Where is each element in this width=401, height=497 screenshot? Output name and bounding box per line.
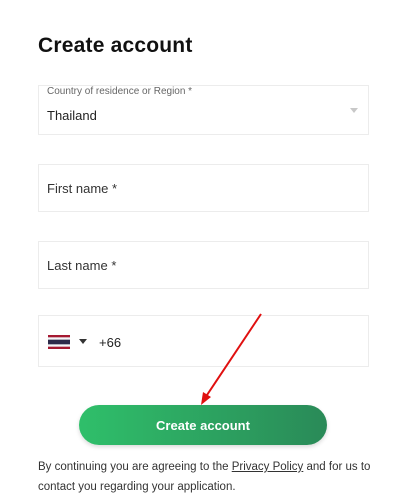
create-account-button[interactable]: Create account	[79, 405, 327, 445]
dial-code: +66	[99, 335, 122, 350]
first-name-placeholder: First name *	[47, 181, 118, 196]
last-name-placeholder: Last name *	[47, 258, 117, 273]
consent-text: By continuing you are agreeing to the Pr…	[38, 457, 378, 497]
country-select[interactable]: Country of residence or Region * Thailan…	[38, 85, 369, 135]
privacy-policy-link[interactable]: Privacy Policy	[232, 461, 304, 473]
country-code-dropdown-icon[interactable]	[79, 339, 87, 344]
country-value: Thailand	[47, 108, 97, 123]
page-title: Create account	[38, 34, 193, 57]
chevron-down-icon[interactable]	[350, 108, 358, 113]
first-name-field[interactable]: First name *	[38, 164, 369, 212]
consent-before: By continuing you are agreeing to the	[38, 461, 232, 473]
country-label: Country of residence or Region *	[47, 86, 193, 97]
last-name-field[interactable]: Last name *	[38, 241, 369, 289]
phone-field[interactable]: +66	[38, 315, 369, 367]
thailand-flag-icon[interactable]	[48, 335, 70, 349]
